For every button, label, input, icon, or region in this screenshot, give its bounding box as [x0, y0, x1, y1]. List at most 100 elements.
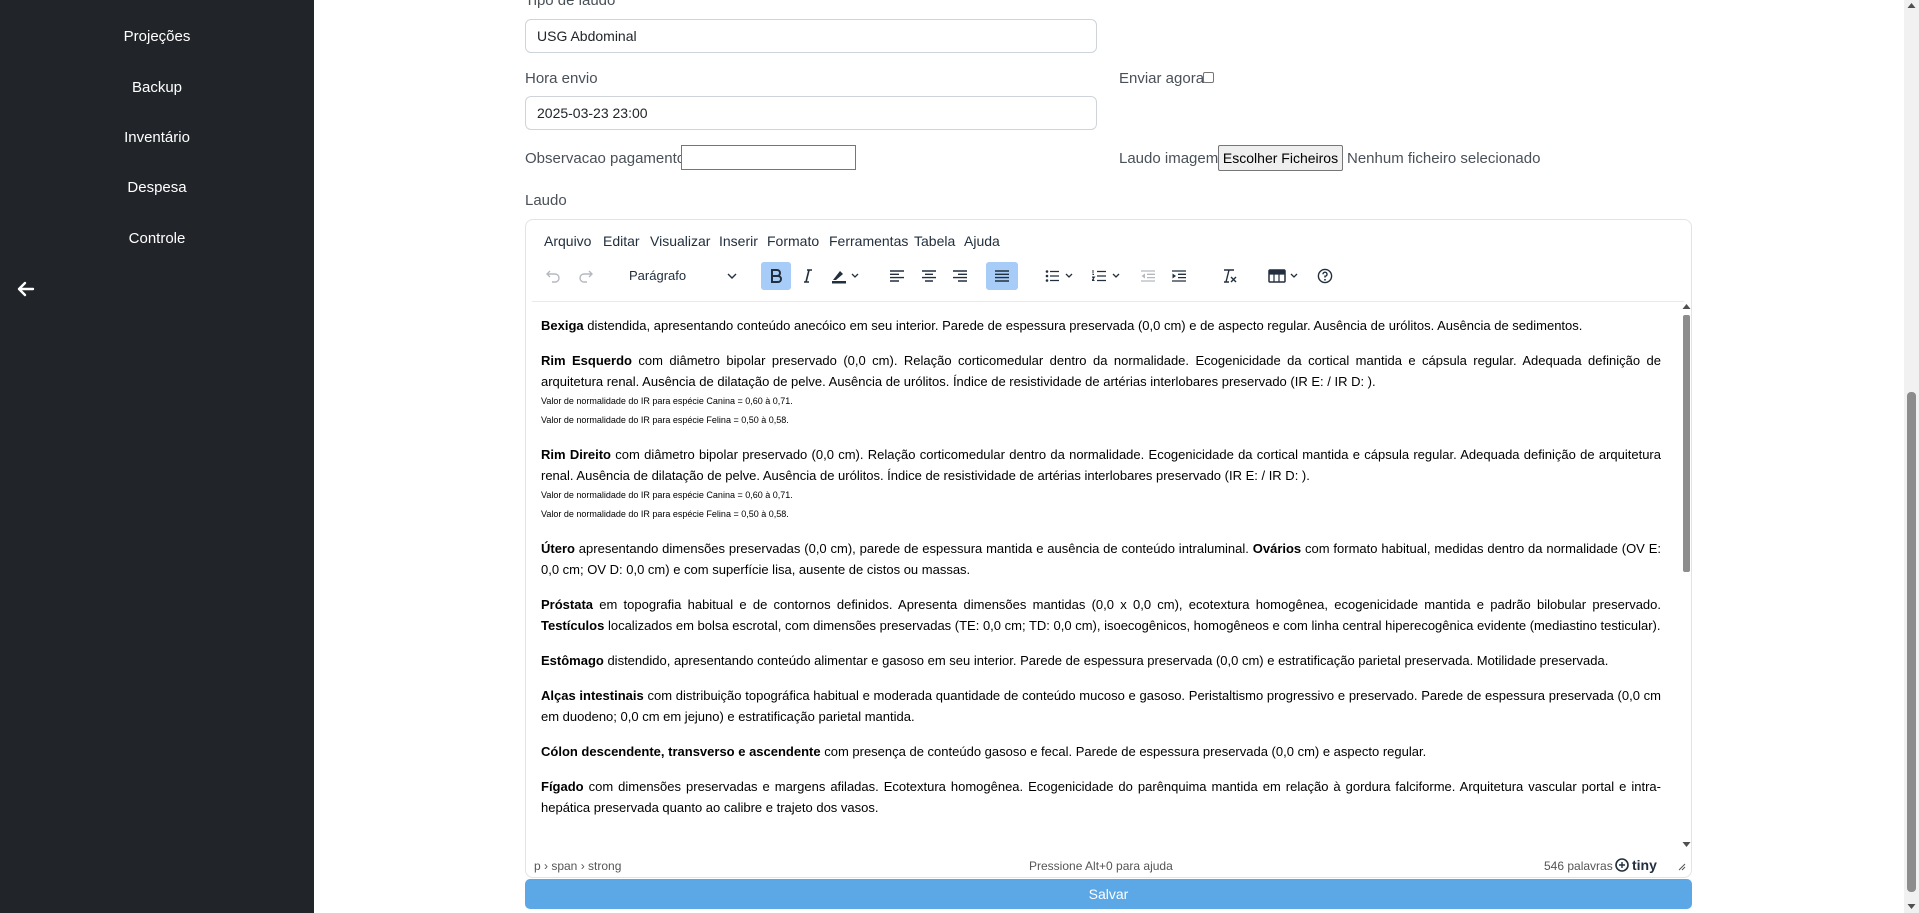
- paragraph-text: distendida, apresentando conteúdo anecói…: [583, 318, 1583, 333]
- numbered-list-icon[interactable]: [1089, 262, 1127, 290]
- sidebar-item-projecoes[interactable]: Projeções: [0, 28, 314, 45]
- paragraph-body: Rim Direito com diâmetro bipolar preserv…: [541, 444, 1661, 486]
- menu-ferramentas[interactable]: Ferramentas: [829, 233, 908, 249]
- sidebar-item-backup[interactable]: Backup: [0, 79, 314, 96]
- tiny-logo[interactable]: tiny: [1615, 857, 1657, 873]
- resize-handle-icon[interactable]: [1678, 863, 1686, 871]
- tipo-laudo-input[interactable]: USG Abdominal: [525, 19, 1097, 53]
- table-icon[interactable]: [1265, 262, 1305, 290]
- indent-icon[interactable]: [1165, 262, 1193, 290]
- bold-icon[interactable]: [761, 262, 791, 290]
- paragraph-heading: Bexiga: [541, 318, 584, 333]
- paragraph-text: localizados em bolsa escrotal, com dimen…: [604, 618, 1661, 633]
- paragraph-body: Útero apresentando dimensões preservadas…: [541, 538, 1661, 580]
- reference-note: Valor de normalidade do IR para espécie …: [541, 415, 789, 425]
- page-scroll-thumb[interactable]: [1907, 392, 1916, 892]
- menu-arquivo[interactable]: Arquivo: [544, 233, 591, 249]
- paragraph-body: Próstata em topografia habitual e de con…: [541, 594, 1661, 636]
- hora-envio-input[interactable]: 2025-03-23 23:00: [525, 96, 1097, 130]
- paragraph-text: com diâmetro bipolar preservado (0,0 cm)…: [541, 353, 1661, 389]
- menu-visualizar[interactable]: Visualizar: [650, 233, 710, 249]
- paragraph-heading: Útero: [541, 541, 575, 556]
- paragraph-body: Alças intestinais com distribuição topog…: [541, 685, 1661, 727]
- scroll-up-icon[interactable]: [1682, 303, 1691, 310]
- align-left-icon[interactable]: [883, 262, 911, 290]
- paragraph-body: Estômago distendido, apresentando conteú…: [541, 650, 1661, 671]
- paragraph-heading: Rim Esquerdo: [541, 353, 632, 368]
- paragraph-text: com presença de conteúdo gasoso e fecal.…: [820, 744, 1427, 759]
- enviar-agora-label: Enviar agora: [1119, 70, 1205, 87]
- scroll-down-icon[interactable]: [1682, 841, 1691, 848]
- reference-note: Valor de normalidade do IR para espécie …: [541, 509, 789, 519]
- menu-formato[interactable]: Formato: [767, 233, 819, 249]
- reference-note: Valor de normalidade do IR para espécie …: [541, 396, 793, 406]
- report-paragraph: Rim Esquerdo com diâmetro bipolar preser…: [541, 350, 1661, 430]
- help-hint: Pressione Alt+0 para ajuda: [1029, 859, 1173, 873]
- sidebar-item-despesa[interactable]: Despesa: [0, 179, 314, 196]
- chevron-down-icon: [727, 273, 737, 279]
- tiny-icon: [1615, 858, 1629, 872]
- report-paragraph: Estômago distendido, apresentando conteú…: [541, 650, 1661, 671]
- align-justify-icon[interactable]: [986, 262, 1018, 290]
- highlight-icon[interactable]: [826, 262, 866, 290]
- editor-scroll-thumb[interactable]: [1683, 315, 1690, 572]
- paragraph-heading: Cólon descendente, transverso e ascenden…: [541, 744, 821, 759]
- paragraph-body: Fígado com dimensões preservadas e marge…: [541, 776, 1661, 818]
- editor-scrollbar[interactable]: [1680, 303, 1691, 849]
- tiny-label: tiny: [1632, 857, 1657, 873]
- report-paragraph: Útero apresentando dimensões preservadas…: [541, 538, 1661, 580]
- report-paragraph: Bexiga distendida, apresentando conteúdo…: [541, 315, 1661, 336]
- arrow-left-icon[interactable]: [17, 281, 35, 297]
- help-icon[interactable]: [1311, 262, 1339, 290]
- clear-format-icon[interactable]: [1216, 262, 1244, 290]
- paragraph-body: Cólon descendente, transverso e ascenden…: [541, 741, 1661, 762]
- paragraph-heading: Alças intestinais: [541, 688, 644, 703]
- redo-icon[interactable]: [572, 262, 600, 290]
- block-format-select[interactable]: Parágrafo: [621, 262, 743, 290]
- observacao-pagamento-input[interactable]: [681, 145, 856, 170]
- page-scroll-up-icon[interactable]: [1907, 2, 1916, 9]
- editor-content[interactable]: Bexiga distendida, apresentando conteúdo…: [526, 303, 1678, 873]
- choose-files-button[interactable]: Escolher Ficheiros: [1218, 145, 1343, 171]
- menu-ajuda[interactable]: Ajuda: [964, 233, 1000, 249]
- page-scroll-down-icon[interactable]: [1907, 903, 1916, 910]
- paragraph-heading: Ovários: [1252, 541, 1302, 556]
- paragraph-heading: Testículos: [541, 618, 605, 633]
- menu-inserir[interactable]: Inserir: [719, 233, 758, 249]
- reference-note: Valor de normalidade do IR para espécie …: [541, 490, 793, 500]
- save-button[interactable]: Salvar: [525, 879, 1692, 909]
- sidebar-item-inventario[interactable]: Inventário: [0, 129, 314, 146]
- menu-tabela[interactable]: Tabela: [914, 233, 955, 249]
- outdent-icon[interactable]: [1134, 262, 1162, 290]
- paragraph-body: Rim Esquerdo com diâmetro bipolar preser…: [541, 350, 1661, 392]
- bullet-list-icon[interactable]: [1042, 262, 1080, 290]
- enviar-agora-checkbox[interactable]: [1203, 72, 1214, 83]
- align-right-icon[interactable]: [946, 262, 974, 290]
- menu-editar[interactable]: Editar: [603, 233, 640, 249]
- toolbar-divider: [532, 301, 1684, 302]
- hora-envio-label: Hora envio: [525, 70, 598, 87]
- paragraph-text: apresentando dimensões preservadas (0,0 …: [574, 541, 1253, 556]
- report-paragraph: Próstata em topografia habitual e de con…: [541, 594, 1661, 636]
- sidebar-item-controle[interactable]: Controle: [0, 230, 314, 247]
- paragraph-text: com distribuição topográfica habitual e …: [541, 688, 1661, 724]
- paragraph-text: em topografia habitual e de contornos de…: [593, 597, 1661, 612]
- paragraph-body: Bexiga distendida, apresentando conteúdo…: [541, 315, 1661, 336]
- paragraph-text: distendido, apresentando conteúdo alimen…: [603, 653, 1609, 668]
- report-paragraph: Rim Direito com diâmetro bipolar preserv…: [541, 444, 1661, 524]
- undo-icon[interactable]: [539, 262, 567, 290]
- editor-statusbar: p › span › strong Pressione Alt+0 para a…: [526, 855, 1691, 877]
- laudo-imagem-label: Laudo imagem: [1119, 150, 1219, 167]
- report-paragraph: Cólon descendente, transverso e ascenden…: [541, 741, 1661, 762]
- file-status: Nenhum ficheiro selecionado: [1347, 150, 1541, 167]
- page-scrollbar[interactable]: [1904, 0, 1919, 913]
- sidebar: Projeções Backup Inventário Despesa Cont…: [0, 0, 314, 913]
- word-count[interactable]: 546 palavras: [1544, 859, 1613, 873]
- observacao-pagamento-label: Observacao pagamento: [525, 150, 686, 167]
- align-center-icon[interactable]: [915, 262, 943, 290]
- paragraph-text: com dimensões preservadas e margens afil…: [541, 779, 1661, 815]
- element-path[interactable]: p › span › strong: [534, 859, 621, 873]
- italic-icon[interactable]: [794, 262, 822, 290]
- paragraph-text: com diâmetro bipolar preservado (0,0 cm)…: [541, 447, 1661, 483]
- paragraph-heading: Próstata: [541, 597, 594, 612]
